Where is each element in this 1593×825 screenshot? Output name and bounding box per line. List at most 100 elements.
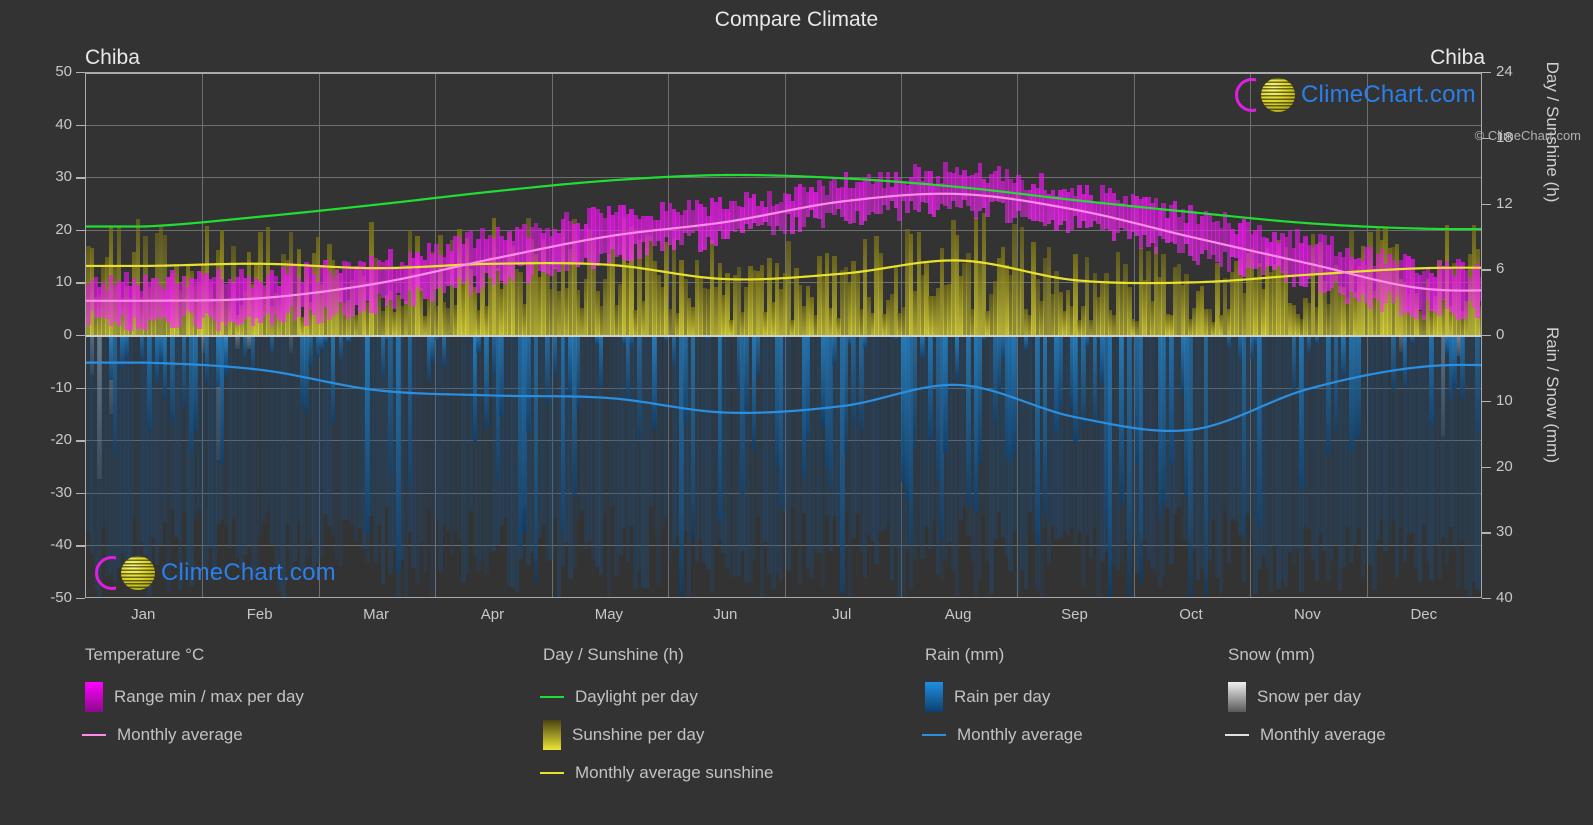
y-tick-label-left: -30 bbox=[50, 483, 72, 501]
legend-item-label: Rain per day bbox=[954, 687, 1051, 706]
y-tick-mark-right bbox=[1482, 466, 1491, 468]
legend-group-title: Snow (mm) bbox=[1228, 645, 1315, 664]
plot-frame-top bbox=[86, 72, 1481, 74]
legend-group-title: Rain (mm) bbox=[925, 645, 1005, 664]
y-tick-label-left: -50 bbox=[50, 589, 72, 606]
legend-item[interactable]: Monthly average bbox=[82, 716, 304, 754]
y-tick-mark-right bbox=[1482, 269, 1491, 271]
climechart-globe-icon bbox=[1261, 78, 1295, 112]
y-tick-label-right-mm: 30 bbox=[1496, 523, 1513, 541]
legend-swatch-icon bbox=[1228, 682, 1246, 712]
y-tick-mark-left bbox=[76, 72, 85, 74]
x-tick-label: Jun bbox=[713, 606, 738, 623]
x-tick-label: May bbox=[594, 606, 624, 623]
legend-group-title: Temperature °C bbox=[85, 645, 205, 664]
y-tick-mark-left bbox=[76, 492, 85, 495]
y-tick-label-right-mm: 40 bbox=[1496, 589, 1513, 606]
x-tick-label: Dec bbox=[1410, 606, 1438, 623]
x-tick-label: Apr bbox=[480, 606, 505, 623]
y-tick-mark-right bbox=[1482, 598, 1491, 600]
x-tick-label: Sep bbox=[1061, 606, 1088, 623]
y-tick-label-right-mm: 20 bbox=[1496, 457, 1513, 475]
legend-item[interactable]: Rain per day bbox=[925, 678, 1083, 716]
y-tick-label-right-hours: 24 bbox=[1496, 63, 1513, 80]
watermark-logo-bottom: ClimeChart.com bbox=[95, 556, 336, 590]
legend-line-icon bbox=[540, 772, 564, 774]
x-tick-label: Aug bbox=[944, 606, 972, 623]
watermark-logo-top: ClimeChart.com bbox=[1235, 78, 1476, 112]
legend-item[interactable]: Monthly average bbox=[1225, 716, 1386, 754]
legend-swatch-icon bbox=[925, 682, 943, 712]
chart-legend: Temperature °C Range min / max per day Mon… bbox=[0, 645, 1593, 815]
y-tick-mark-left bbox=[76, 387, 85, 389]
y-tick-label-left: -10 bbox=[50, 378, 72, 396]
legend-line-icon bbox=[922, 734, 946, 736]
legend-item[interactable]: Monthly average sunshine bbox=[540, 754, 774, 792]
y-tick-mark-left bbox=[76, 335, 85, 337]
y-tick-label-right-mm: 10 bbox=[1496, 391, 1513, 409]
y-tick-mark-left bbox=[76, 124, 85, 126]
y-tick-mark-left bbox=[76, 282, 85, 284]
watermark-text-top: ClimeChart.com bbox=[1301, 81, 1476, 108]
x-tick-label: Feb bbox=[246, 606, 273, 623]
page-title: Compare Climate bbox=[714, 8, 879, 31]
y-tick-label-left: 20 bbox=[55, 220, 72, 238]
location-label-left: Chiba bbox=[85, 46, 140, 69]
y-tick-mark-left bbox=[76, 440, 85, 442]
legend-item[interactable]: Snow per day bbox=[1228, 678, 1386, 716]
sunshine-average-curve bbox=[86, 259, 1481, 285]
legend-item-label: Snow per day bbox=[1257, 687, 1361, 706]
legend-item-label: Monthly average bbox=[1260, 725, 1386, 744]
legend-item-label: Monthly average bbox=[117, 725, 243, 744]
daylight-curve bbox=[86, 173, 1481, 231]
legend-item[interactable]: Sunshine per day bbox=[543, 716, 773, 754]
y-tick-label-left: -40 bbox=[50, 536, 72, 554]
location-label-right: Chiba bbox=[1430, 46, 1485, 69]
legend-group-title: Day / Sunshine (h) bbox=[543, 645, 684, 664]
legend-item-label: Range min / max per day bbox=[114, 687, 304, 706]
y-tick-mark-right bbox=[1482, 335, 1491, 337]
y-tick-mark-right bbox=[1482, 532, 1491, 534]
x-tick-label: Mar bbox=[363, 606, 389, 623]
y-tick-mark-left bbox=[76, 229, 85, 232]
legend-swatch-icon bbox=[85, 682, 103, 712]
y-tick-label-right-hours: 6 bbox=[1496, 260, 1505, 278]
y-tick-mark-left bbox=[76, 598, 85, 600]
plot-area bbox=[85, 72, 1482, 598]
legend-item-label: Sunshine per day bbox=[572, 725, 705, 744]
climate-chart-page: Compare Climate Chiba Chiba Temperature … bbox=[0, 0, 1593, 825]
y-tick-label-right-hours: 0 bbox=[1496, 326, 1505, 343]
legend-line-icon bbox=[540, 696, 564, 698]
y-tick-label-left: 0 bbox=[63, 326, 72, 343]
x-tick-label: Jan bbox=[131, 606, 156, 623]
copyright-notice: © ClimeChart.com bbox=[1474, 128, 1581, 143]
y-tick-label-left: 40 bbox=[55, 115, 72, 133]
watermark-text-bottom: ClimeChart.com bbox=[161, 559, 336, 586]
legend-item[interactable]: Monthly average bbox=[922, 716, 1083, 754]
y-tick-label-right-hours: 12 bbox=[1496, 194, 1513, 212]
x-tick-label: Jul bbox=[832, 606, 852, 623]
x-tick-label: Nov bbox=[1294, 606, 1321, 623]
plot-frame-bottom bbox=[86, 596, 1481, 598]
legend-group: Rain (mm) Rain per day Monthly average bbox=[922, 645, 1083, 754]
legend-item[interactable]: Range min / max per day bbox=[85, 678, 304, 716]
y-tick-label-left: -20 bbox=[50, 431, 72, 449]
legend-line-icon bbox=[1225, 734, 1249, 736]
temperature-average-curve bbox=[86, 192, 1481, 302]
legend-item-label: Daylight per day bbox=[575, 687, 698, 706]
y-tick-mark-left bbox=[76, 545, 85, 547]
legend-swatch-icon bbox=[543, 720, 561, 750]
y-tick-mark-left bbox=[76, 177, 85, 179]
y-tick-label-left: 10 bbox=[55, 273, 72, 291]
legend-item[interactable]: Daylight per day bbox=[540, 678, 773, 716]
zero-gridline bbox=[86, 335, 1481, 337]
y-tick-mark-right bbox=[1482, 203, 1491, 205]
rain-average-curve bbox=[86, 361, 1481, 433]
y-axis-label-rain-snow: Rain / Snow (mm) bbox=[1543, 326, 1562, 464]
legend-group: Snow (mm) Snow per day Monthly average bbox=[1225, 645, 1386, 754]
y-tick-label-left: 30 bbox=[55, 168, 72, 186]
legend-item-label: Monthly average sunshine bbox=[575, 763, 774, 782]
climechart-globe-icon bbox=[121, 556, 155, 590]
legend-item-label: Monthly average bbox=[957, 725, 1083, 744]
legend-group: Day / Sunshine (h) Daylight per day Sunshi… bbox=[540, 645, 774, 792]
